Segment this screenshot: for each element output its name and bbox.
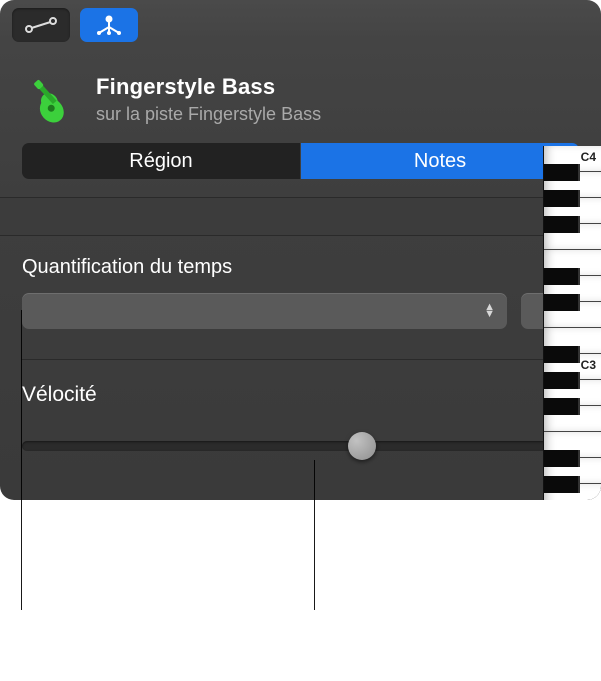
guitar-icon: [26, 74, 76, 124]
editor-panel: Fingerstyle Bass sur la piste Fingerstyl…: [0, 0, 601, 500]
toolbar: [0, 0, 601, 56]
spacer: [0, 198, 601, 236]
midi-tool-button[interactable]: [80, 8, 138, 42]
slider-track: [22, 441, 579, 451]
velocity-section: Vélocité 80: [0, 360, 601, 458]
quantize-label: Quantification du temps: [22, 256, 579, 279]
view-mode-tabs: Région Notes: [22, 143, 579, 179]
quantize-section: Quantification du temps ▲▼ Q: [0, 236, 601, 360]
track-header: Fingerstyle Bass sur la piste Fingerstyl…: [0, 56, 601, 137]
callout-line: [314, 460, 315, 610]
slider-thumb[interactable]: [348, 432, 376, 460]
track-title: Fingerstyle Bass: [96, 74, 321, 100]
velocity-label: Vélocité: [22, 383, 97, 407]
tab-notes[interactable]: Notes: [301, 143, 579, 179]
tab-region[interactable]: Région: [22, 143, 300, 179]
track-subtitle: sur la piste Fingerstyle Bass: [96, 104, 321, 125]
piano-ruler[interactable]: C4 C3: [543, 146, 601, 500]
track-info: Fingerstyle Bass sur la piste Fingerstyl…: [96, 74, 321, 125]
chevron-updown-icon: ▲▼: [484, 304, 495, 318]
quantize-dropdown[interactable]: ▲▼: [22, 293, 507, 329]
velocity-slider[interactable]: [22, 434, 579, 458]
callout-line: [21, 310, 22, 610]
automation-tool-button[interactable]: [12, 8, 70, 42]
